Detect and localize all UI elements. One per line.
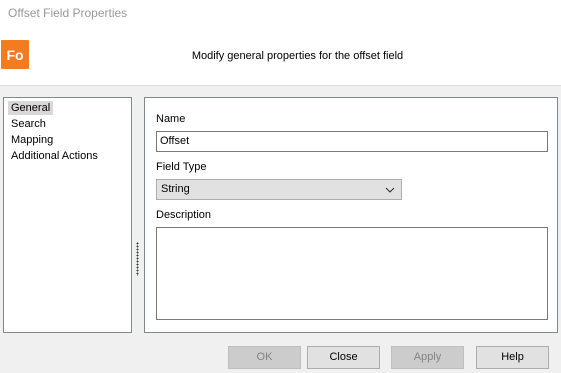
name-label: Name <box>156 113 186 125</box>
window-title: Offset Field Properties <box>8 6 128 20</box>
field-type-value: String <box>161 183 190 195</box>
nav-item-search[interactable]: Search <box>8 117 49 131</box>
close-button[interactable]: Close <box>307 346 380 369</box>
dialog-header: Fo Modify general properties for the off… <box>0 26 561 86</box>
field-type-select[interactable]: String <box>156 179 402 200</box>
title-bar: Offset Field Properties <box>0 0 561 26</box>
description-label: Description <box>156 209 212 221</box>
chevron-down-icon <box>384 180 396 199</box>
nav-item-additional-actions[interactable]: Additional Actions <box>8 149 101 163</box>
navigation-list: General Search Mapping Additional Action… <box>3 97 132 333</box>
field-type-label: Field Type <box>156 161 207 173</box>
nav-item-mapping[interactable]: Mapping <box>8 133 56 147</box>
splitter-handle[interactable] <box>136 242 139 276</box>
ok-button[interactable]: OK <box>228 346 301 369</box>
header-description: Modify general properties for the offset… <box>191 50 404 62</box>
apply-button[interactable]: Apply <box>391 346 464 369</box>
nav-item-general[interactable]: General <box>8 101 54 115</box>
help-button[interactable]: Help <box>476 346 549 369</box>
name-input[interactable]: Offset <box>156 131 548 152</box>
description-textarea[interactable] <box>156 227 548 320</box>
